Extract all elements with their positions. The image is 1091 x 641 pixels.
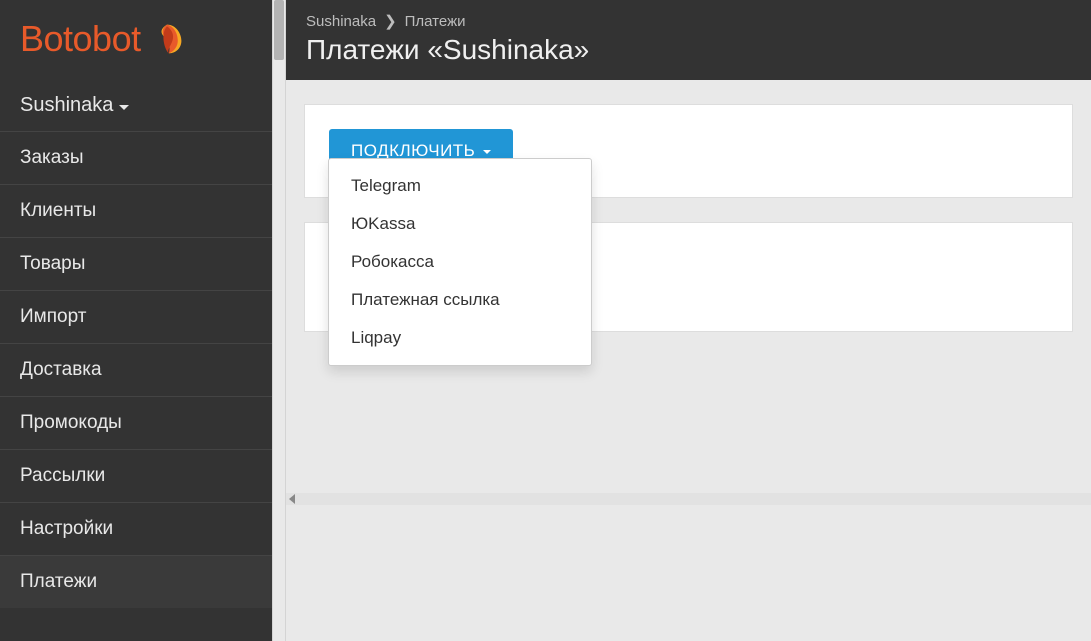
breadcrumb-current: Платежи <box>405 13 466 30</box>
dropdown-item-telegram[interactable]: Telegram <box>329 167 591 205</box>
brand-icon <box>149 21 185 57</box>
brand-name: Botobot <box>20 18 141 60</box>
sidebar-item-settings[interactable]: Настройки <box>0 502 272 555</box>
connect-dropdown: Telegram ЮKassa Робокасса Платежная ссыл… <box>328 158 592 366</box>
brand-logo[interactable]: Botobot <box>0 0 272 80</box>
sidebar-item-payments[interactable]: Платежи <box>0 555 272 608</box>
sidebar-item-delivery[interactable]: Доставка <box>0 343 272 396</box>
caret-down-icon <box>483 150 491 154</box>
dropdown-item-robokassa[interactable]: Робокасса <box>329 243 591 281</box>
scrollbar-thumb[interactable] <box>274 0 284 60</box>
sidebar-item-mailings[interactable]: Рассылки <box>0 449 272 502</box>
chevron-right-icon: ❯ <box>384 12 397 30</box>
sidebar-item-orders[interactable]: Заказы <box>0 131 272 184</box>
page-header: Sushinaka ❯ Платежи Платежи «Sushinaka» <box>286 0 1091 80</box>
account-name: Sushinaka <box>20 94 113 117</box>
sidebar-item-promocodes[interactable]: Промокоды <box>0 396 272 449</box>
sidebar-item-clients[interactable]: Клиенты <box>0 184 272 237</box>
dropdown-item-yookassa[interactable]: ЮKassa <box>329 205 591 243</box>
sidebar-item-import[interactable]: Импорт <box>0 290 272 343</box>
content-area: ПОДКЛЮЧИТЬ Telegram ЮKassa Робокасса Пла… <box>286 80 1091 380</box>
dropdown-item-liqpay[interactable]: Liqpay <box>329 319 591 357</box>
caret-down-icon <box>119 105 129 110</box>
main-area: Sushinaka ❯ Платежи Платежи «Sushinaka» … <box>286 0 1091 641</box>
breadcrumb-root[interactable]: Sushinaka <box>306 13 376 30</box>
sidebar: Botobot Sushinaka Заказы Клиенты Товары … <box>0 0 272 641</box>
page-title: Платежи «Sushinaka» <box>306 34 1071 66</box>
content-hscrollbar[interactable] <box>286 493 1091 505</box>
breadcrumb: Sushinaka ❯ Платежи <box>306 12 1071 30</box>
sidebar-scrollbar[interactable] <box>272 0 286 641</box>
sidebar-nav: Заказы Клиенты Товары Импорт Доставка Пр… <box>0 131 272 608</box>
account-switcher[interactable]: Sushinaka <box>0 80 272 131</box>
sidebar-item-products[interactable]: Товары <box>0 237 272 290</box>
dropdown-item-payment-link[interactable]: Платежная ссылка <box>329 281 591 319</box>
scroll-left-icon <box>289 494 295 504</box>
